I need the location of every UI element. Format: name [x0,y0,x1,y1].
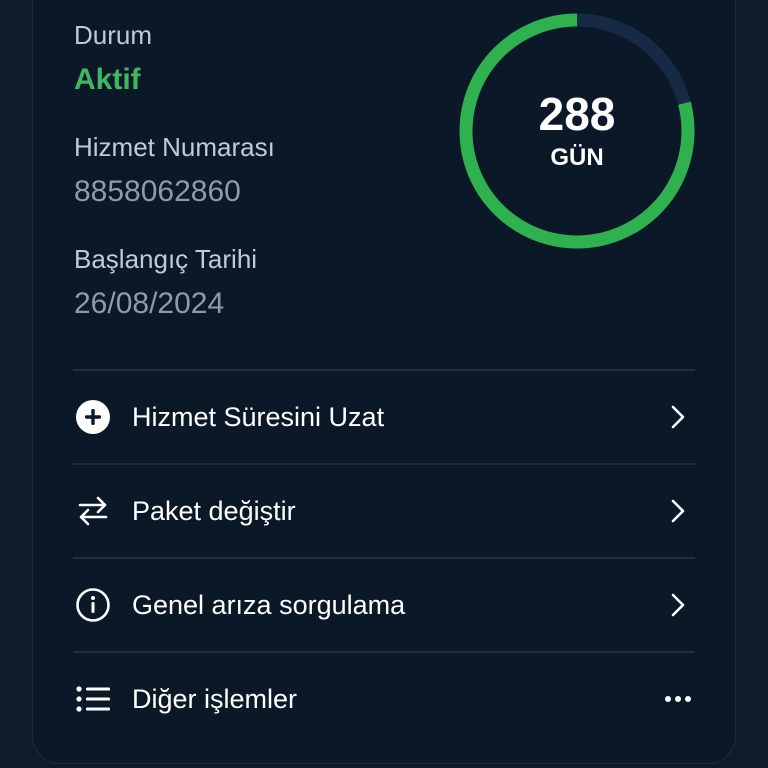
start-date-value: 26/08/2024 [74,287,225,320]
ring-center: 288 GÜN [458,12,696,250]
extend-service-button[interactable]: Hizmet Süresini Uzat [73,371,695,463]
remaining-days-ring: 288 GÜN [458,12,696,250]
remaining-days-count: 288 [538,88,616,140]
change-package-button[interactable]: Paket değiştir [73,465,695,557]
status-block: Durum Aktif [74,20,152,98]
outage-query-label: Genel arıza sorgulama [132,589,406,620]
service-number-block: Hizmet Numarası 8858062860 [74,132,275,210]
chevron-right-icon [663,496,693,526]
service-number-value: 8858062860 [74,175,241,208]
service-number-label: Hizmet Numarası [74,132,275,162]
start-date-label: Başlangıç Tarihi [74,244,258,274]
remaining-days-unit: GÜN [550,144,604,171]
extend-service-label: Hizmet Süresini Uzat [132,401,385,432]
info-circle-icon [73,585,113,625]
chevron-right-icon [663,402,693,432]
outage-query-button[interactable]: Genel arıza sorgulama [73,559,695,651]
swap-arrows-icon [73,491,113,531]
status-label: Durum [74,20,153,50]
list-icon [73,679,113,719]
more-dots-icon [663,684,693,714]
change-package-label: Paket değiştir [132,495,296,526]
start-date-block: Başlangıç Tarihi 26/08/2024 [74,244,257,322]
chevron-right-icon [663,590,693,620]
other-operations-label: Diğer işlemler [132,683,298,714]
service-detail-screen: Durum Aktif Hizmet Numarası 8858062860 B… [0,0,768,768]
status-value: Aktif [74,63,141,96]
plus-circle-icon [73,397,113,437]
other-operations-button[interactable]: Diğer işlemler [73,653,695,745]
